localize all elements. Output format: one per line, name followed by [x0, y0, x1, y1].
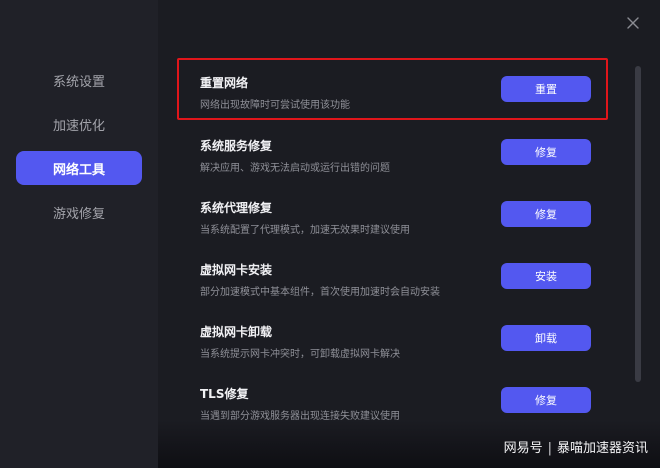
- close-button[interactable]: [624, 14, 642, 32]
- tool-title: 重置网络: [200, 76, 249, 90]
- sidebar-item-game-repair[interactable]: 游戏修复: [16, 195, 142, 229]
- watermark-separator: |: [547, 441, 552, 456]
- tool-title: 虚拟网卡卸载: [200, 325, 273, 339]
- tool-title: 虚拟网卡安装: [200, 263, 273, 277]
- sidebar-item-network-tools[interactable]: 网络工具: [16, 151, 142, 185]
- tool-row-system-service-repair: 系统服务修复 解决应用、游戏无法启动或运行出错的问题 修复: [200, 137, 600, 183]
- virtual-nic-uninstall-button[interactable]: 卸载: [501, 325, 591, 351]
- tool-row-tls-repair: TLS修复 当遇到部分游戏服务器出现连接失败建议使用 修复: [200, 385, 600, 431]
- sidebar-item-system-settings[interactable]: 系统设置: [16, 63, 142, 97]
- reset-network-button[interactable]: 重置: [501, 76, 591, 102]
- sidebar-item-label: 系统设置: [52, 74, 105, 90]
- tool-description: 解决应用、游戏无法启动或运行出错的问题: [200, 163, 390, 174]
- virtual-nic-install-button[interactable]: 安装: [501, 263, 591, 289]
- sidebar-item-acceleration[interactable]: 加速优化: [16, 107, 142, 141]
- system-proxy-repair-button[interactable]: 修复: [501, 201, 591, 227]
- sidebar-item-label: 加速优化: [52, 118, 105, 134]
- sidebar-item-label: 游戏修复: [52, 206, 105, 222]
- sidebar: 系统设置 加速优化 网络工具 游戏修复: [0, 0, 158, 468]
- tool-title: 系统代理修复: [200, 201, 273, 215]
- scrollbar[interactable]: [635, 60, 641, 388]
- tool-title: 系统服务修复: [200, 139, 273, 153]
- tool-description: 网络出现故障时可尝试使用该功能: [200, 100, 350, 111]
- tool-row-virtual-nic-uninstall: 虚拟网卡卸载 当系统提示网卡冲突时，可卸载虚拟网卡解决 卸载: [200, 323, 600, 369]
- watermark-source: 网易号: [503, 441, 543, 456]
- scrollbar-thumb[interactable]: [635, 66, 641, 382]
- tool-row-virtual-nic-install: 虚拟网卡安装 部分加速模式中基本组件，首次使用加速时会自动安装 安装: [200, 261, 600, 307]
- tls-repair-button[interactable]: 修复: [501, 387, 591, 413]
- sidebar-item-label: 网络工具: [52, 162, 105, 178]
- watermark-author: 暴喵加速器资讯: [556, 441, 648, 456]
- tool-description: 当系统提示网卡冲突时，可卸载虚拟网卡解决: [200, 349, 400, 360]
- tool-description: 当遇到部分游戏服务器出现连接失败建议使用: [200, 411, 400, 422]
- watermark: 网易号 | 暴喵加速器资讯: [504, 437, 648, 456]
- close-icon: [627, 17, 639, 29]
- tool-description: 部分加速模式中基本组件，首次使用加速时会自动安装: [200, 287, 440, 298]
- tool-description: 当系统配置了代理模式，加速无效果时建议使用: [200, 225, 410, 236]
- system-service-repair-button[interactable]: 修复: [501, 139, 591, 165]
- tool-title: TLS修复: [200, 387, 249, 401]
- tool-row-system-proxy-repair: 系统代理修复 当系统配置了代理模式，加速无效果时建议使用 修复: [200, 199, 600, 245]
- tool-row-reset-network: 重置网络 网络出现故障时可尝试使用该功能 重置: [200, 74, 600, 120]
